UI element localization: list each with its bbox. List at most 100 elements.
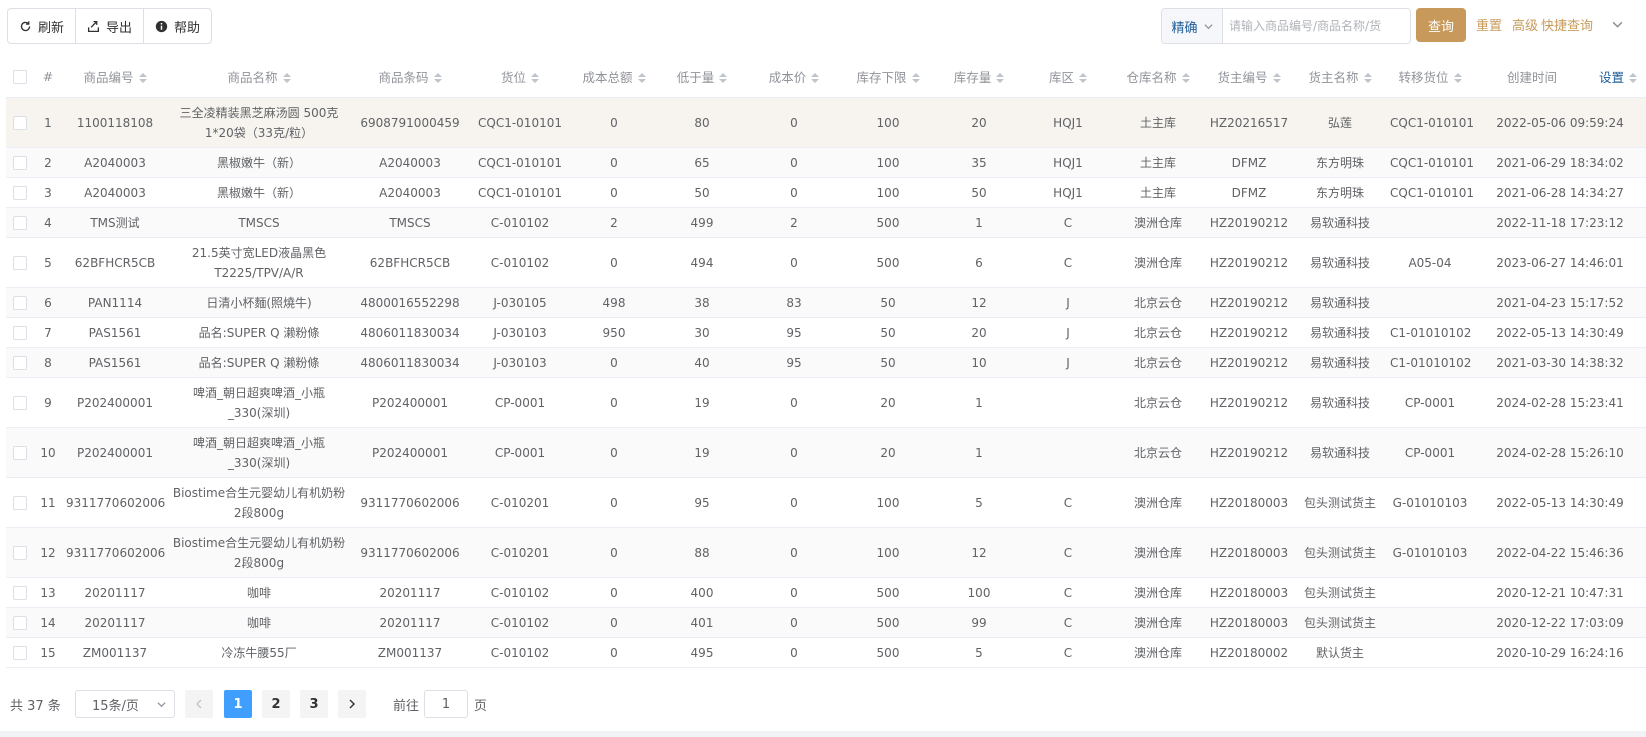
search-input[interactable] — [1223, 9, 1410, 43]
select-all-checkbox-cell[interactable] — [6, 55, 34, 98]
column-header[interactable]: 低于量 — [658, 55, 746, 98]
export-button[interactable]: 导出 — [76, 9, 145, 43]
row-checkbox-cell[interactable] — [6, 207, 34, 238]
table-row[interactable]: 3 A2040003 黑椒嫩牛（新） A2040003 CQC1-010101 0 50 0 1… — [6, 177, 1646, 208]
row-checkbox[interactable] — [13, 326, 27, 340]
table-row[interactable]: 6 PAN1114 日清小杯麵(照燒牛) 4800016552298 J-030105 4… — [6, 287, 1646, 318]
sort-icon[interactable] — [1181, 73, 1190, 83]
row-checkbox-cell[interactable] — [6, 577, 34, 608]
select-all-checkbox[interactable] — [13, 69, 27, 84]
quick-query-link[interactable]: 快捷查询 — [1541, 15, 1593, 34]
row-checkbox[interactable] — [13, 256, 27, 270]
column-header[interactable]: 商品名称 — [168, 55, 350, 98]
row-checkbox-cell[interactable] — [6, 97, 34, 148]
row-checkbox[interactable] — [13, 296, 27, 310]
prev-page-button[interactable] — [185, 690, 213, 718]
table-row[interactable]: 2 A2040003 黑椒嫩牛（新） A2040003 CQC1-010101 0 65 0 1… — [6, 147, 1646, 178]
table-row[interactable]: 4 TMS测试 TMSCS TMSCS C-010102 2 499 2 500 1 C 澳洲仓库 HZ… — [6, 207, 1646, 238]
column-header[interactable]: 货位 — [470, 55, 570, 98]
table-cell: P202400001 — [350, 377, 470, 428]
query-button[interactable]: 查询 — [1416, 8, 1466, 42]
sort-icon[interactable] — [996, 73, 1005, 83]
row-checkbox-cell[interactable] — [6, 527, 34, 578]
row-checkbox[interactable] — [13, 586, 27, 600]
sort-icon[interactable] — [1363, 73, 1372, 83]
settings-header[interactable]: 设置 — [1590, 55, 1646, 98]
sort-icon[interactable] — [811, 73, 820, 83]
row-checkbox-cell[interactable] — [6, 347, 34, 378]
column-header[interactable]: 库区 — [1024, 55, 1112, 98]
row-checkbox[interactable] — [13, 616, 27, 630]
quick-query-chevron-icon[interactable] — [1612, 19, 1623, 30]
row-checkbox[interactable] — [13, 156, 27, 170]
next-page-button[interactable] — [338, 690, 366, 718]
row-checkbox[interactable] — [13, 396, 27, 410]
row-checkbox[interactable] — [13, 186, 27, 200]
page-size-select[interactable]: 15条/页 — [75, 690, 175, 718]
row-checkbox[interactable] — [13, 356, 27, 370]
settings-link[interactable]: 设置 — [1599, 70, 1624, 85]
row-checkbox-cell[interactable] — [6, 317, 34, 348]
sort-icon[interactable] — [282, 73, 291, 83]
sort-icon[interactable] — [531, 73, 539, 83]
page-number-button[interactable]: 3 — [300, 690, 328, 718]
column-header[interactable]: 商品条码 — [350, 55, 470, 98]
refresh-button[interactable]: 刷新 — [8, 9, 77, 43]
column-header[interactable]: 仓库名称 — [1112, 55, 1204, 98]
row-checkbox[interactable] — [13, 646, 27, 660]
sort-icon[interactable] — [1453, 73, 1462, 83]
table-row[interactable]: 12 9311770602006 Biostime合生元婴幼儿有机奶粉2段800g 9… — [6, 527, 1646, 578]
reset-link[interactable]: 重置 — [1476, 15, 1502, 34]
sort-icon[interactable] — [911, 73, 920, 83]
column-header[interactable]: 成本价 — [746, 55, 842, 98]
advanced-link[interactable]: 高级 — [1512, 15, 1538, 34]
table-cell: HZ20190212 — [1204, 317, 1294, 348]
table-row[interactable]: 11 9311770602006 Biostime合生元婴幼儿有机奶粉2段800g 9… — [6, 477, 1646, 528]
goto-page-input[interactable] — [424, 690, 468, 718]
sort-icon[interactable] — [1629, 73, 1637, 83]
table-row[interactable]: 14 20201117 咖啡 20201117 C-010102 0 401 0 500 99 C 澳… — [6, 607, 1646, 638]
column-header[interactable]: 库存下限 — [842, 55, 934, 98]
table-cell: 澳洲仓库 — [1112, 477, 1204, 528]
table-row[interactable]: 15 ZM001137 冷冻牛腰55厂 ZM001137 C-010102 0 495 0 50… — [6, 637, 1646, 668]
row-checkbox-cell[interactable] — [6, 377, 34, 428]
column-header[interactable]: 商品编号 — [62, 55, 168, 98]
table-row[interactable]: 13 20201117 咖啡 20201117 C-010102 0 400 0 500 100 C… — [6, 577, 1646, 608]
row-checkbox-cell[interactable] — [6, 607, 34, 638]
table-row[interactable]: 1 1100118108 三全凌精装黑芝麻汤圆 500克 1*20袋（33克/粒） 6… — [6, 97, 1646, 148]
row-checkbox-cell[interactable] — [6, 637, 34, 668]
table-row[interactable]: 7 PAS1561 品名:SUPER Q 濑粉條 4806011830034 J-030… — [6, 317, 1646, 348]
table-row[interactable]: 9 P202400001 啤酒_朝日超爽啤酒_小瓶_330(深圳) P20240000… — [6, 377, 1646, 428]
row-checkbox-cell[interactable] — [6, 477, 34, 528]
row-checkbox[interactable] — [13, 216, 27, 230]
row-checkbox[interactable] — [13, 496, 27, 510]
search-mode-select[interactable]: 精确 — [1162, 9, 1223, 43]
row-checkbox-cell[interactable] — [6, 427, 34, 478]
table-cell: 2020-10-29 16:24:16 — [1474, 637, 1646, 668]
sort-icon[interactable] — [1079, 73, 1087, 83]
sort-icon[interactable] — [1272, 73, 1281, 83]
row-checkbox-cell[interactable] — [6, 177, 34, 208]
page-number-button[interactable]: 2 — [262, 690, 290, 718]
page-number-button[interactable]: 1 — [224, 690, 252, 718]
row-checkbox[interactable] — [13, 546, 27, 560]
row-checkbox-cell[interactable] — [6, 287, 34, 318]
sort-icon[interactable] — [637, 73, 646, 83]
row-checkbox[interactable] — [13, 446, 27, 460]
column-header[interactable]: 库存量 — [934, 55, 1024, 98]
row-checkbox-cell[interactable] — [6, 237, 34, 288]
sort-icon[interactable] — [433, 73, 442, 83]
sort-icon[interactable] — [719, 73, 728, 83]
table-row[interactable]: 8 PAS1561 品名:SUPER Q 濑粉條 4806011830034 J-030… — [6, 347, 1646, 378]
column-header[interactable]: 成本总额 — [570, 55, 658, 98]
sort-icon[interactable] — [138, 73, 147, 83]
column-header[interactable]: 货主编号 — [1204, 55, 1294, 98]
table-row[interactable]: 10 P202400001 啤酒_朝日超爽啤酒_小瓶_330(深圳) P2024000… — [6, 427, 1646, 478]
table-cell: 65 — [658, 147, 746, 178]
column-header[interactable]: 转移货位 — [1386, 55, 1474, 98]
row-checkbox-cell[interactable] — [6, 147, 34, 178]
help-button[interactable]: 帮助 — [144, 9, 211, 43]
row-checkbox[interactable] — [13, 116, 27, 130]
column-header[interactable]: 货主名称 — [1294, 55, 1386, 98]
table-row[interactable]: 5 62BFHCR5CB 21.5英寸宽LED液晶黑色T2225/TPV/A/R 62… — [6, 237, 1646, 288]
